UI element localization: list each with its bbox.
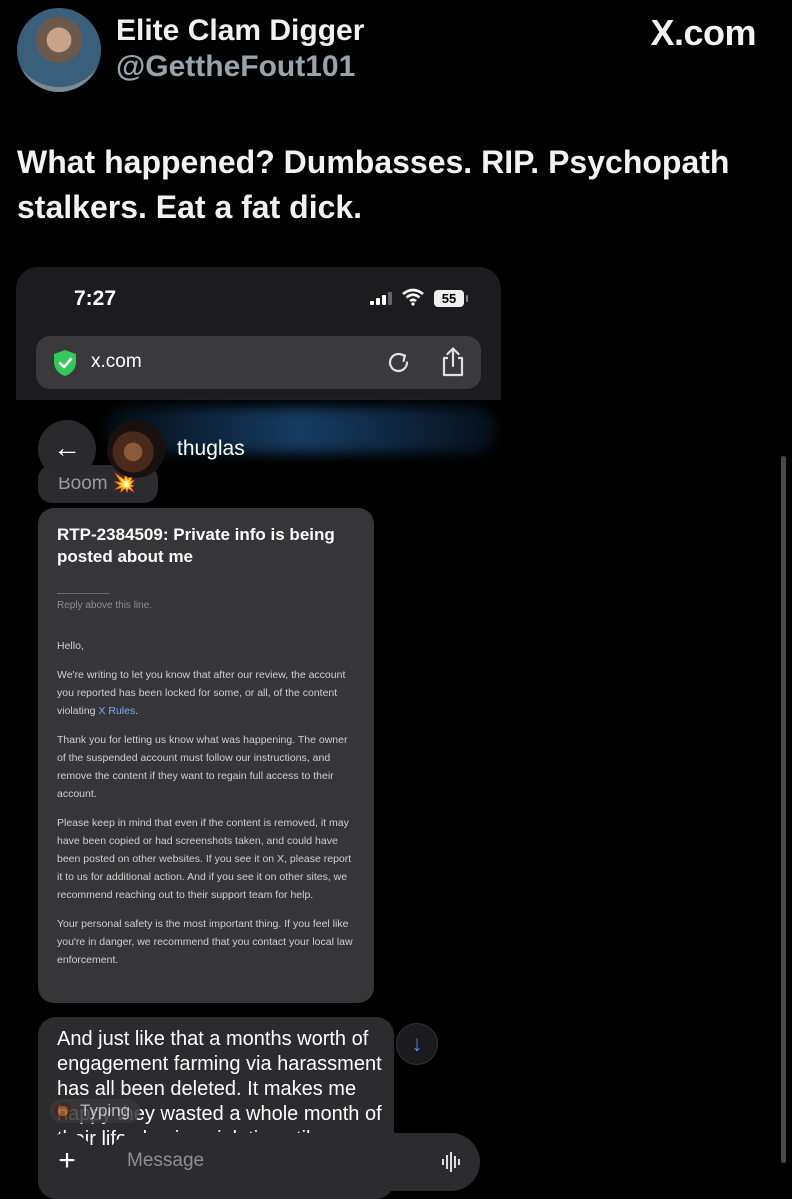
voice-waveform-icon[interactable]	[442, 1151, 460, 1173]
cellular-signal-icon	[370, 291, 394, 305]
x-rules-link[interactable]: X Rules	[98, 705, 135, 717]
email-divider	[57, 593, 109, 594]
arrow-down-icon: ↓	[411, 1031, 423, 1056]
email-paragraph-2: Thank you for letting us know what was h…	[57, 734, 348, 800]
wifi-icon	[402, 288, 424, 311]
email-paragraph-4: Your personal safety is the most importa…	[57, 918, 353, 966]
contact-name[interactable]: thuglas	[177, 437, 245, 461]
typing-indicator: Typing	[50, 1099, 141, 1123]
shield-check-icon	[54, 350, 76, 376]
browser-chrome: 7:27 55 x.com	[16, 267, 501, 400]
arrow-left-icon: ←	[53, 432, 81, 463]
author-handle[interactable]: @GettheFout101	[116, 50, 355, 84]
share-icon[interactable]	[440, 347, 466, 377]
message-composer[interactable]: Message	[107, 1133, 480, 1191]
battery-indicator: 55	[434, 290, 468, 307]
email-paragraph-1: We're writing to let you know that after…	[57, 669, 346, 717]
brand-watermark: X.com	[650, 12, 756, 53]
author-display-name[interactable]: Elite Clam Digger	[116, 14, 364, 48]
page-scrollbar[interactable]	[781, 456, 786, 1163]
url-text[interactable]: x.com	[91, 351, 142, 373]
email-subject: RTP-2384509: Private info is being poste…	[57, 525, 335, 566]
reload-icon[interactable]	[385, 349, 412, 376]
plus-icon: +	[58, 1144, 76, 1177]
email-paragraph-3: Please keep in mind that even if the con…	[57, 817, 352, 901]
url-bar[interactable]: x.com	[36, 336, 481, 389]
email-reply-line: Reply above this line.	[57, 600, 153, 611]
status-time: 7:27	[74, 287, 117, 310]
back-button[interactable]: ←	[38, 420, 96, 478]
contact-avatar[interactable]	[107, 420, 165, 478]
message-input-placeholder[interactable]: Message	[127, 1150, 204, 1172]
author-avatar[interactable]	[17, 8, 101, 92]
attached-screenshot[interactable]: 7:27 55 x.com Boom 💥 ← thuglas RTP-23845…	[16, 267, 501, 1199]
tweet-text: What happened? Dumbasses. RIP. Psychopat…	[17, 144, 730, 225]
email-greeting: Hello,	[57, 640, 84, 652]
add-attachment-button[interactable]: +	[38, 1133, 96, 1191]
scroll-to-bottom-button[interactable]: ↓	[396, 1023, 438, 1065]
email-screenshot-card[interactable]: RTP-2384509: Private info is being poste…	[38, 508, 374, 1003]
